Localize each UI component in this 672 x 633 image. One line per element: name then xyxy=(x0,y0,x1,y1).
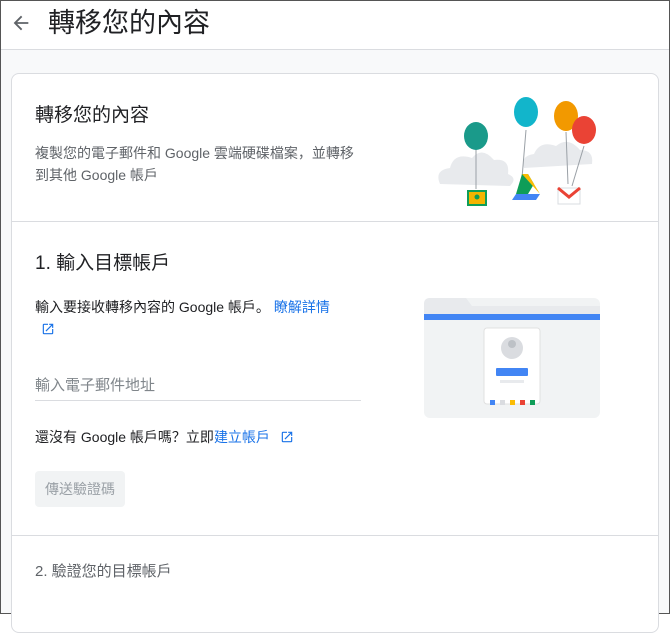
browser-illustration xyxy=(424,298,600,418)
no-account-text: 還沒有 Google 帳戶嗎？立即建立帳戶 xyxy=(35,427,294,447)
arrow-back-icon xyxy=(13,15,29,31)
no-account-prefix: 還沒有 Google 帳戶嗎？立即 xyxy=(35,429,214,445)
learn-more-link[interactable]: 瞭解詳情 xyxy=(274,299,330,315)
intro-description: 複製您的電子郵件和 Google 雲端硬碟檔案，並轉移到其他 Google 帳戶 xyxy=(35,145,354,183)
step1-description-text: 輸入要接收轉移內容的 Google 帳戶。 xyxy=(35,299,270,315)
section-divider xyxy=(12,221,658,222)
app-bar: 轉移您的內容 xyxy=(1,1,669,50)
back-button[interactable] xyxy=(7,9,35,37)
create-account-link[interactable]: 建立帳戶 xyxy=(214,429,270,445)
page-title: 轉移您的內容 xyxy=(48,8,210,38)
step2-title: 2. 驗證您的目標帳戶 xyxy=(35,563,172,580)
open-in-new-icon[interactable] xyxy=(280,430,294,444)
open-in-new-icon[interactable] xyxy=(41,322,55,336)
email-input[interactable] xyxy=(35,370,361,401)
step1-title: 1. 輸入目標帳戶 xyxy=(35,253,171,274)
step1-description: 輸入要接收轉移內容的 Google 帳戶。 瞭解詳情 xyxy=(35,296,355,340)
section-divider xyxy=(12,535,658,536)
intro-title: 轉移您的內容 xyxy=(35,105,150,126)
transfer-card: 轉移您的內容 複製您的電子郵件和 Google 雲端硬碟檔案，並轉移到其他 Go… xyxy=(11,73,659,633)
balloons-illustration xyxy=(438,97,596,206)
send-code-button[interactable]: 傳送驗證碼 xyxy=(35,471,125,507)
